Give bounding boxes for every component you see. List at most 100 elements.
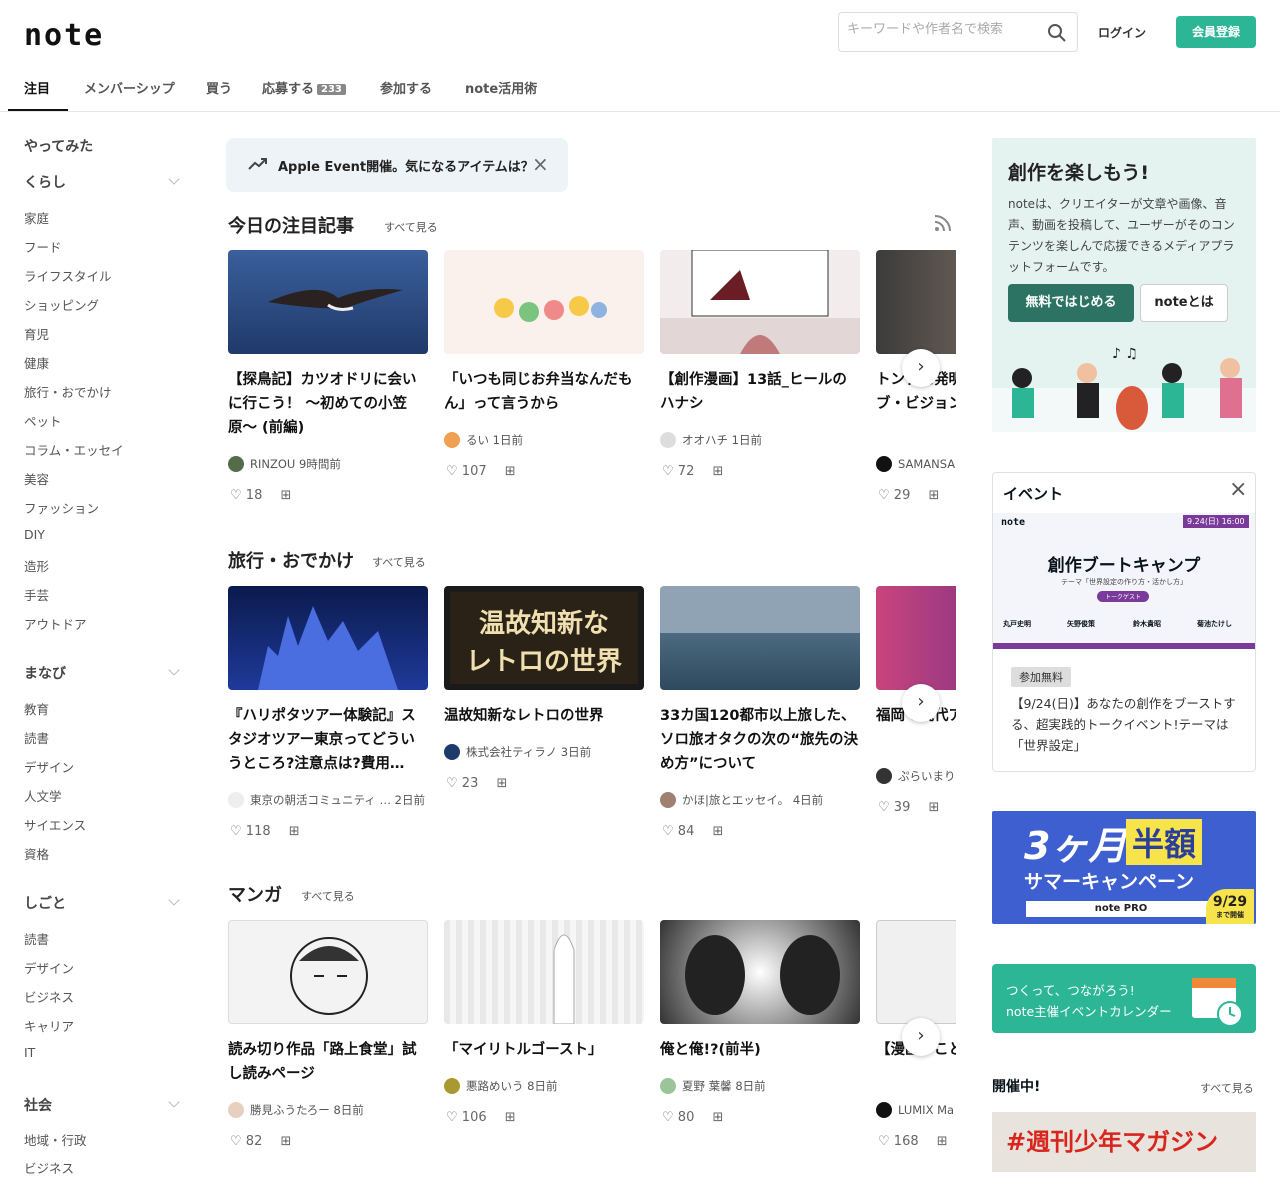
see-all-link[interactable]: すべて見る: [372, 554, 426, 570]
card-author[interactable]: RINZOU 9時間前: [228, 456, 341, 472]
card-author[interactable]: るい 1日前: [444, 432, 523, 448]
search-icon[interactable]: [1047, 23, 1067, 43]
sidebar-item[interactable]: デザイン: [24, 757, 74, 776]
sidebar-item[interactable]: 家庭: [24, 208, 49, 227]
bookmark-icon[interactable]: ⊞: [712, 464, 723, 479]
campaign-banner[interactable]: 3ヶ月 半額 サマーキャンペーン note PRO 9/29 まで開催: [992, 811, 1256, 924]
start-free-button[interactable]: 無料ではじめる: [1008, 284, 1134, 322]
card-author[interactable]: かほ|旅とエッセイ。 4日前: [660, 792, 823, 808]
like-button[interactable]: ♡ 39 ⊞: [878, 800, 939, 815]
bookmark-icon[interactable]: ⊞: [928, 488, 939, 503]
card-author[interactable]: 夏野 葉馨 8日前: [660, 1078, 766, 1094]
sidebar-item[interactable]: フード: [24, 237, 62, 256]
search-input[interactable]: [847, 22, 1037, 37]
bookmark-icon[interactable]: ⊞: [937, 1134, 948, 1149]
chevron-down-icon[interactable]: [168, 664, 180, 676]
signup-button[interactable]: 会員登録: [1176, 16, 1256, 48]
chevron-down-icon[interactable]: [168, 894, 180, 906]
bookmark-icon[interactable]: ⊞: [712, 824, 723, 839]
like-button[interactable]: ♡ 23 ⊞: [446, 776, 507, 791]
sidebar-group-shigoto[interactable]: しごと: [24, 893, 66, 913]
tab-featured[interactable]: 注目: [24, 78, 50, 97]
card-author[interactable]: SAMANSA: [876, 456, 955, 472]
sidebar-item[interactable]: サイエンス: [24, 815, 86, 834]
sidebar-item[interactable]: 教育: [24, 699, 49, 718]
chevron-right-icon[interactable]: ›: [902, 1018, 940, 1056]
card-author[interactable]: 株式会社ティラノ 3日前: [444, 744, 591, 760]
rss-icon[interactable]: [934, 214, 952, 232]
tab-apply[interactable]: 応募する 233: [262, 78, 346, 97]
sidebar-item[interactable]: ショッピング: [24, 295, 99, 314]
login-link[interactable]: ログイン: [1098, 24, 1146, 41]
magazine-banner[interactable]: #週刊少年マガジン: [992, 1112, 1256, 1172]
see-all-link[interactable]: すべて見る: [301, 888, 355, 904]
sidebar-item[interactable]: アウトドア: [24, 614, 87, 633]
sidebar-item[interactable]: ビジネス: [24, 987, 74, 1006]
sidebar-item[interactable]: ペット: [24, 411, 62, 430]
sidebar-group-manabi[interactable]: まなび: [24, 663, 66, 683]
like-button[interactable]: ♡ 80 ⊞: [662, 1110, 723, 1125]
card-author[interactable]: 東京の朝活コミュニティ … 2日前: [228, 792, 425, 808]
sidebar-item[interactable]: コラム・エッセイ: [24, 440, 124, 459]
bookmark-icon[interactable]: ⊞: [496, 776, 507, 791]
sidebar-item[interactable]: 読書: [24, 728, 49, 747]
bookmark-icon[interactable]: ⊞: [280, 1134, 291, 1149]
bookmark-icon[interactable]: ⊞: [505, 464, 516, 479]
card-author[interactable]: ぷらいまり: [876, 768, 956, 784]
sidebar-item[interactable]: 健康: [24, 353, 49, 372]
like-button[interactable]: ♡ 118 ⊞: [230, 824, 300, 839]
close-icon[interactable]: ×: [532, 152, 549, 176]
sidebar-item[interactable]: ファッション: [24, 498, 99, 517]
bookmark-icon[interactable]: ⊞: [280, 488, 291, 503]
sidebar-item[interactable]: 人文学: [24, 786, 62, 805]
sidebar-top-item[interactable]: やってみた: [24, 136, 93, 156]
tab-note-tips[interactable]: note活用術: [465, 78, 537, 97]
event-calendar-banner[interactable]: つくって、つながろう! note主催イベントカレンダー: [992, 964, 1256, 1033]
sidebar-item[interactable]: 地域・行政: [24, 1130, 87, 1149]
sidebar-item[interactable]: 美容: [24, 469, 49, 488]
tab-membership[interactable]: メンバーシップ: [84, 78, 175, 97]
chevron-down-icon[interactable]: [168, 1096, 180, 1108]
like-button[interactable]: ♡ 82 ⊞: [230, 1134, 291, 1149]
bookmark-icon[interactable]: ⊞: [712, 1110, 723, 1125]
close-icon[interactable]: ×: [1229, 477, 1247, 502]
sidebar-item[interactable]: ライフスタイル: [24, 266, 112, 285]
topic-banner[interactable]: Apple Event開催。気になるアイテムは？ ×: [226, 138, 568, 192]
chevron-down-icon[interactable]: [168, 173, 180, 185]
sidebar-group-shakai[interactable]: 社会: [24, 1095, 52, 1115]
like-button[interactable]: ♡ 72 ⊞: [662, 464, 723, 479]
search-box[interactable]: [838, 12, 1078, 52]
event-card[interactable]: イベント × note 9.24(日) 16:00 創作ブートキャンプ テーマ「…: [992, 472, 1256, 772]
card-author[interactable]: 悪路めいう 8日前: [444, 1078, 557, 1094]
sidebar-item[interactable]: ビジネス: [24, 1158, 74, 1177]
sidebar-item[interactable]: 育児: [24, 324, 49, 343]
note-logo[interactable]: note: [24, 18, 104, 53]
like-button[interactable]: ♡ 106 ⊞: [446, 1110, 516, 1125]
bookmark-icon[interactable]: ⊞: [289, 824, 300, 839]
like-button[interactable]: ♡ 168 ⊞: [878, 1134, 948, 1149]
like-button[interactable]: ♡ 18 ⊞: [230, 488, 291, 503]
sidebar-item[interactable]: IT: [24, 1045, 35, 1060]
sidebar-item[interactable]: キャリア: [24, 1016, 74, 1035]
tab-buy[interactable]: 買う: [206, 78, 232, 97]
about-note-button[interactable]: noteとは: [1140, 284, 1228, 322]
chevron-right-icon[interactable]: ›: [902, 349, 940, 387]
event-banner-image[interactable]: note 9.24(日) 16:00 創作ブートキャンプ テーマ「世界設定の作り…: [993, 513, 1255, 649]
bookmark-icon[interactable]: ⊞: [505, 1110, 516, 1125]
chevron-right-icon[interactable]: ›: [902, 684, 940, 722]
sidebar-group-kurashi[interactable]: くらし: [24, 172, 66, 192]
bookmark-icon[interactable]: ⊞: [928, 800, 939, 815]
sidebar-item[interactable]: 旅行・おでかけ: [24, 382, 112, 401]
card-author[interactable]: 勝見ふうたろー 8日前: [228, 1102, 364, 1118]
like-button[interactable]: ♡ 107 ⊞: [446, 464, 516, 479]
see-all-link[interactable]: すべて見る: [1200, 1080, 1254, 1096]
sidebar-item[interactable]: DIY: [24, 527, 45, 542]
like-button[interactable]: ♡ 29 ⊞: [878, 488, 939, 503]
sidebar-item[interactable]: 造形: [24, 556, 49, 575]
sidebar-item[interactable]: 読書: [24, 929, 49, 948]
sidebar-item[interactable]: 手芸: [24, 585, 49, 604]
like-button[interactable]: ♡ 84 ⊞: [662, 824, 723, 839]
card-author[interactable]: LUMIX Ma: [876, 1102, 954, 1118]
sidebar-item[interactable]: 資格: [24, 844, 49, 863]
card-author[interactable]: オオハチ 1日前: [660, 432, 762, 448]
